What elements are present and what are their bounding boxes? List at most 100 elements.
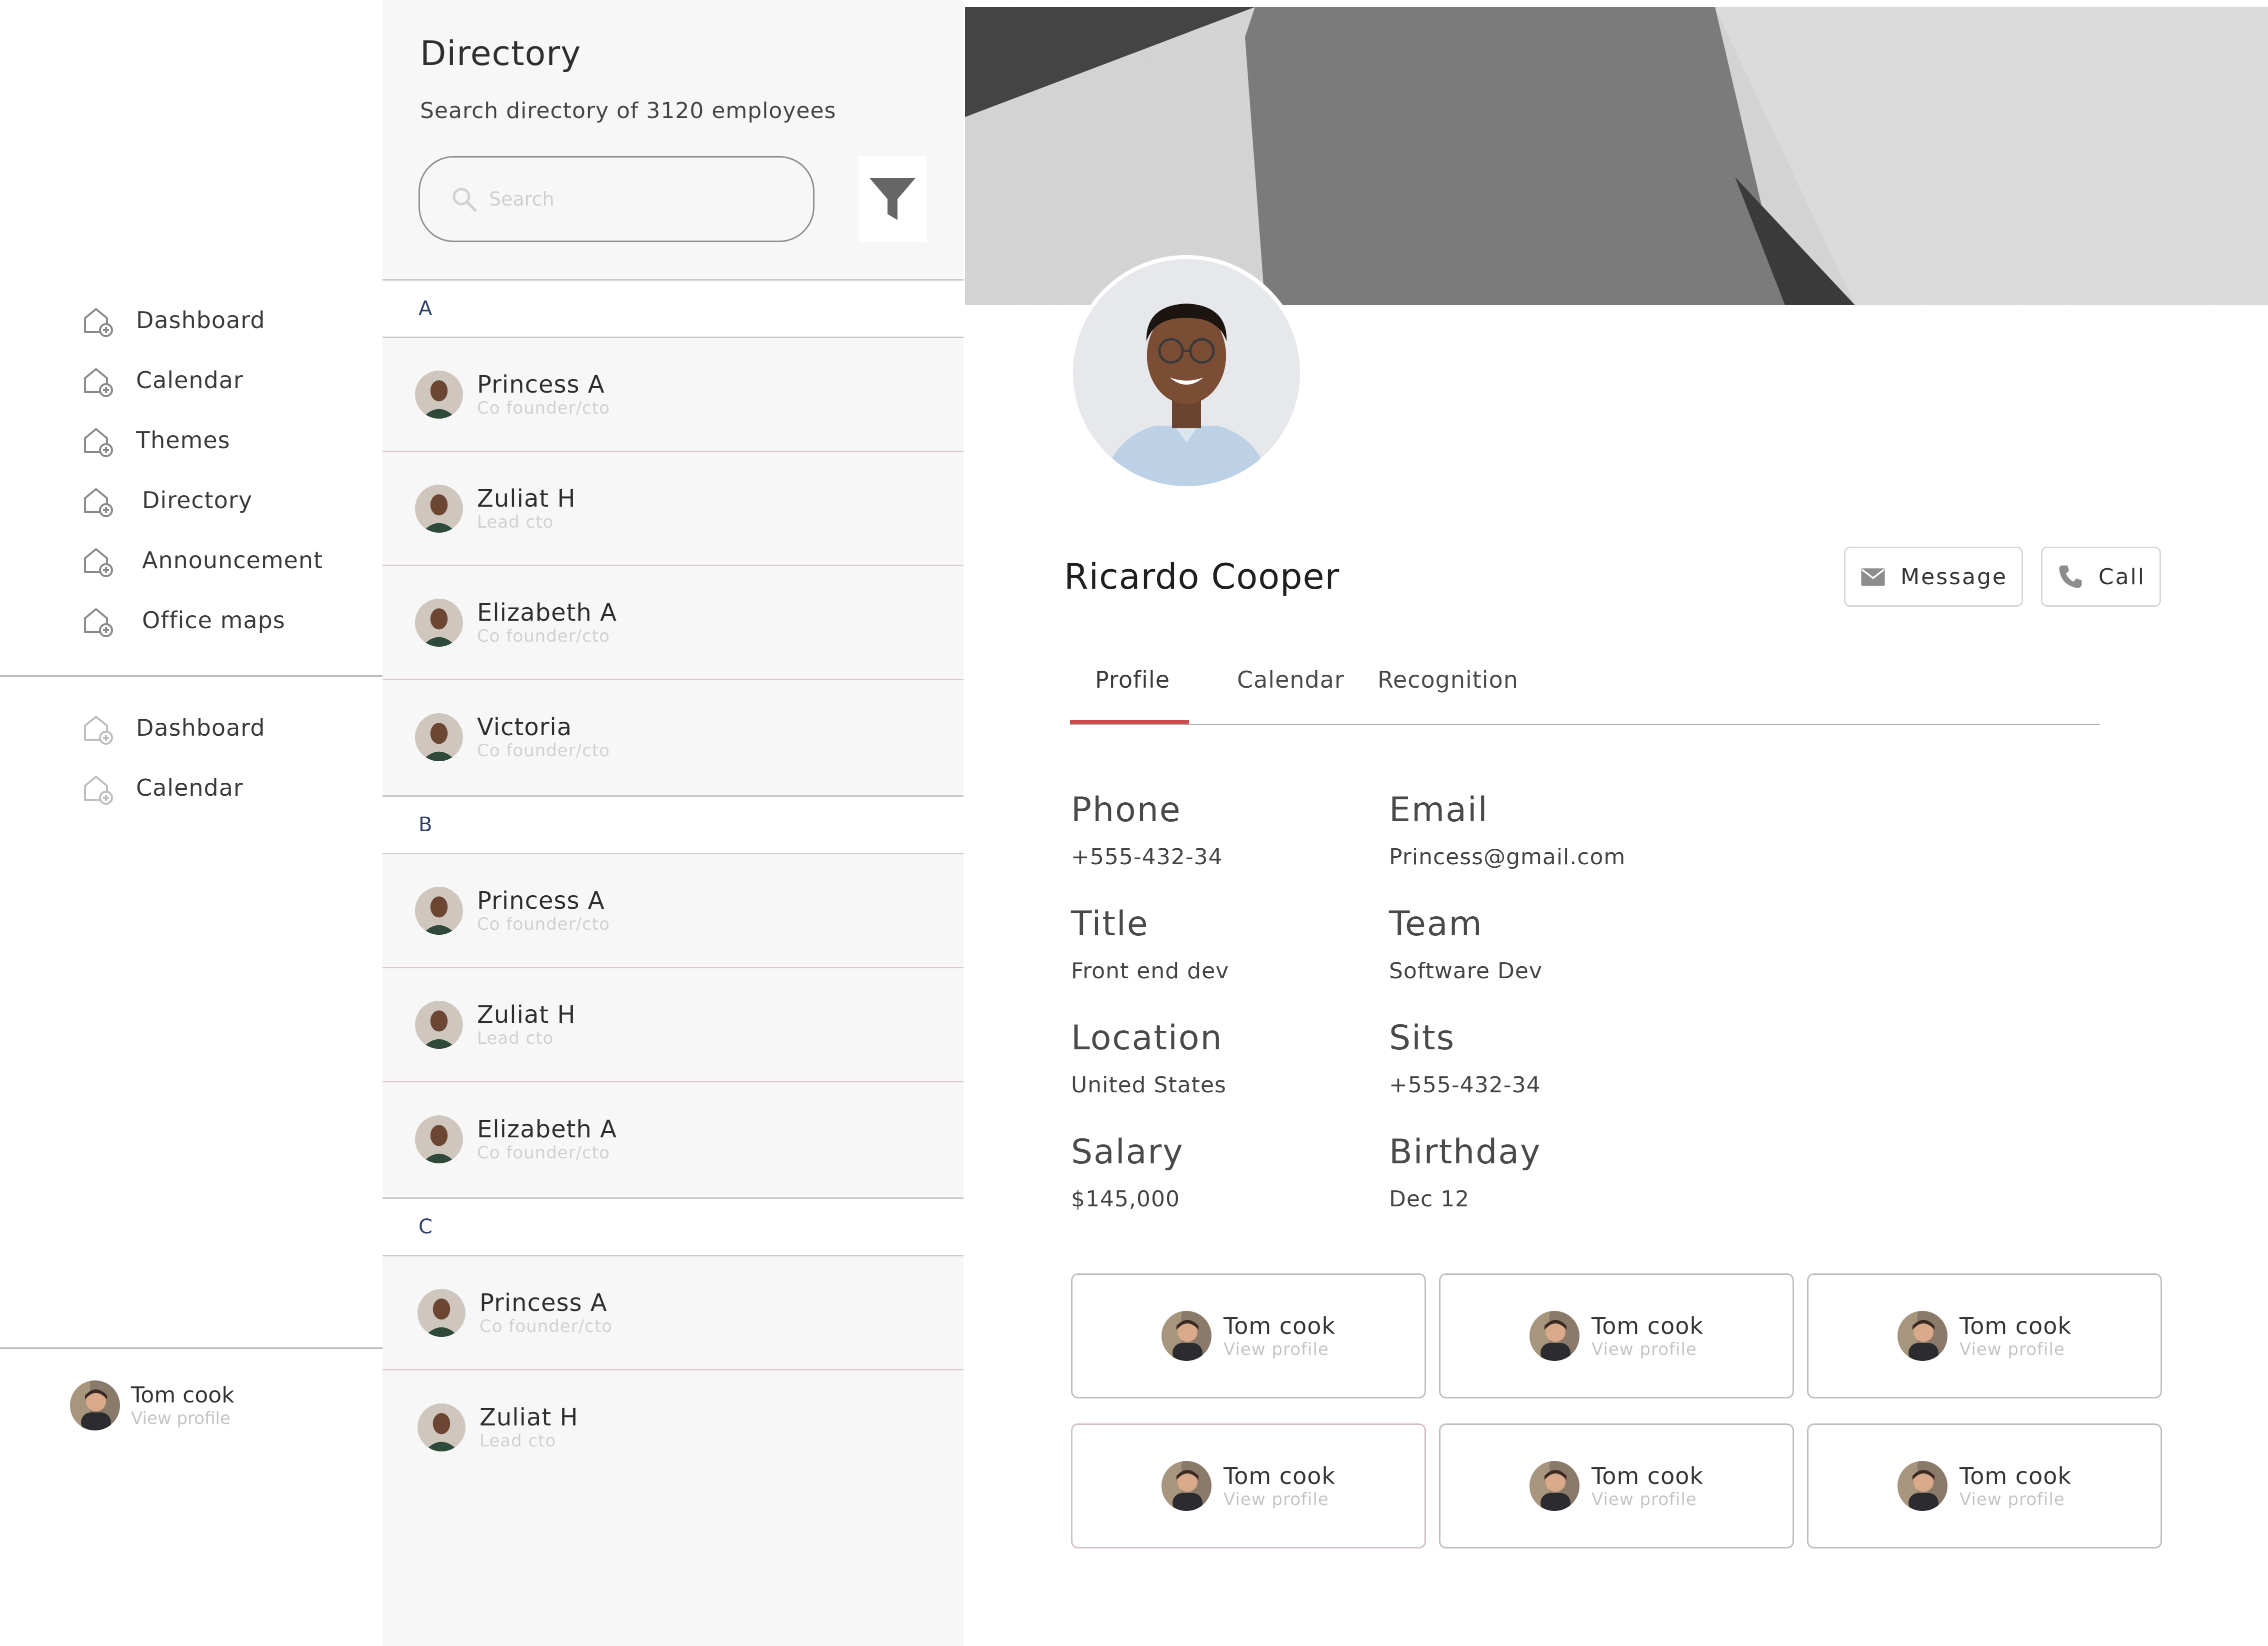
home-plus-icon	[84, 548, 113, 577]
field-value: Software Dev	[1389, 958, 1542, 984]
field-value: Front end dev	[1071, 958, 1230, 984]
tab-recognition[interactable]: Recognition	[1378, 666, 1518, 693]
field-label: Sits	[1389, 1018, 1456, 1058]
view-profile-link[interactable]: View profile	[1592, 1489, 1704, 1509]
person-name: Elizabeth A	[477, 1115, 617, 1143]
directory-list-item[interactable]: Victoria Co founder/cto	[382, 680, 964, 794]
mail-icon	[1861, 568, 1885, 586]
card-name: Tom cook	[1223, 1312, 1336, 1339]
view-profile-link[interactable]: View profile	[1960, 1339, 2072, 1359]
search-input[interactable]	[489, 188, 789, 210]
search-icon	[452, 188, 476, 212]
field-label: Salary	[1071, 1132, 1184, 1172]
nav-label: Announcement	[142, 547, 324, 574]
profile-tabs: Profile Calendar Recognition	[1070, 645, 2100, 725]
phone-icon	[2059, 565, 2082, 588]
home-plus-icon	[84, 368, 113, 397]
directory-list-item[interactable]: Zuliat H Lead cto	[382, 452, 964, 566]
directory-list-item[interactable]: Princess A Co founder/cto	[382, 338, 964, 452]
view-profile-link[interactable]: View profile	[1960, 1489, 2072, 1509]
call-label: Call	[2098, 564, 2146, 590]
field-value: +555-432-34	[1389, 1072, 1541, 1098]
person-role: Lead cto	[477, 512, 554, 532]
directory-list-item[interactable]: Elizabeth A Co founder/cto	[382, 566, 964, 680]
person-name: Princess A	[477, 886, 605, 915]
field-phone: Phone +555-432-34	[1071, 790, 1223, 870]
profile-photo	[1069, 255, 1304, 490]
avatar	[70, 1380, 120, 1430]
avatar	[418, 1403, 466, 1451]
nav-item-dashboard[interactable]: Dashboard	[80, 290, 323, 350]
search-box[interactable]	[418, 156, 814, 242]
field-value[interactable]: Princess@gmail.com	[1389, 844, 1626, 870]
team-member-card[interactable]: Tom cook View profile	[1807, 1273, 2162, 1398]
directory-panel: Directory Search directory of 3120 emplo…	[382, 0, 964, 1646]
person-name: Princess A	[477, 370, 605, 399]
team-member-card[interactable]: Tom cook View profile	[1807, 1423, 2162, 1548]
nav-item-office-maps[interactable]: Office maps	[80, 590, 323, 650]
field-value: Dec 12	[1389, 1186, 1470, 1212]
active-tab-indicator	[1070, 720, 1189, 724]
nav-label: Themes	[136, 427, 230, 454]
nav-label: Dashboard	[136, 307, 266, 334]
nav-label: Calendar	[136, 367, 244, 394]
nav-item-dashboard-secondary[interactable]: Dashboard	[80, 698, 266, 758]
avatar	[415, 370, 463, 419]
nav-item-calendar-secondary[interactable]: Calendar	[80, 758, 266, 818]
field-value: United States	[1071, 1072, 1226, 1098]
field-title: Title Front end dev	[1071, 904, 1229, 984]
section-header-a: A	[382, 279, 964, 338]
person-role: Co founder/cto	[477, 914, 610, 934]
field-label: Team	[1389, 904, 1483, 944]
view-profile-link[interactable]: View profile	[1224, 1489, 1336, 1509]
person-name: Elizabeth A	[477, 598, 617, 627]
avatar	[1529, 1311, 1580, 1361]
nav-item-themes[interactable]: Themes	[80, 410, 323, 470]
view-profile-link[interactable]: View profile	[1224, 1339, 1336, 1359]
team-member-card[interactable]: Tom cook View profile	[1071, 1273, 1426, 1398]
team-member-card[interactable]: Tom cook View profile	[1439, 1423, 1794, 1548]
tab-profile[interactable]: Profile	[1095, 666, 1170, 693]
field-label: Birthday	[1389, 1132, 1542, 1172]
card-name: Tom cook	[1959, 1462, 2072, 1489]
directory-list-item[interactable]: Princess A Co founder/cto	[382, 854, 964, 968]
nav-item-announcement[interactable]: Announcement	[80, 530, 323, 590]
nav-divider	[0, 675, 382, 677]
current-user-card[interactable]: Tom cook View profile	[70, 1380, 234, 1430]
view-profile-link[interactable]: View profile	[1592, 1339, 1704, 1359]
card-name: Tom cook	[1959, 1312, 2072, 1339]
person-role: Co founder/cto	[477, 741, 610, 761]
filter-button[interactable]	[858, 156, 926, 242]
directory-list-item[interactable]: Zuliat H Lead cto	[382, 968, 964, 1082]
avatar	[415, 598, 463, 647]
person-role: Co founder/cto	[477, 626, 610, 646]
card-name: Tom cook	[1591, 1312, 1704, 1339]
view-profile-link[interactable]: View profile	[131, 1408, 234, 1428]
field-label: Phone	[1071, 790, 1182, 830]
card-name: Tom cook	[1591, 1462, 1704, 1489]
directory-list-item[interactable]: Princess A Co founder/cto	[382, 1256, 964, 1370]
nav-item-calendar[interactable]: Calendar	[80, 350, 323, 410]
home-plus-icon	[84, 776, 113, 805]
field-salary: Salary $145,000	[1071, 1132, 1184, 1212]
avatar	[415, 886, 463, 935]
directory-subtitle: Search directory of 3120 employees	[420, 98, 836, 124]
avatar	[418, 1288, 466, 1337]
avatar	[1161, 1461, 1212, 1511]
nav-item-directory[interactable]: Directory	[80, 470, 323, 530]
person-role: Lead cto	[477, 1028, 554, 1048]
directory-list-item[interactable]: Zuliat H Lead cto	[382, 1370, 964, 1484]
directory-list-item[interactable]: Elizabeth A Co founder/cto	[382, 1082, 964, 1196]
call-button[interactable]: Call	[2041, 547, 2161, 607]
tab-calendar[interactable]: Calendar	[1237, 666, 1344, 693]
team-member-card[interactable]: Tom cook View profile	[1071, 1423, 1426, 1548]
nav-label: Calendar	[136, 774, 244, 801]
team-member-card[interactable]: Tom cook View profile	[1439, 1273, 1794, 1398]
field-value: $145,000	[1071, 1186, 1180, 1212]
person-role: Lead cto	[480, 1431, 556, 1451]
person-name: Princess A	[480, 1288, 608, 1317]
section-header-c: C	[382, 1197, 964, 1256]
field-birthday: Birthday Dec 12	[1389, 1132, 1541, 1212]
message-button[interactable]: Message	[1844, 547, 2023, 607]
avatar	[1897, 1461, 1948, 1511]
